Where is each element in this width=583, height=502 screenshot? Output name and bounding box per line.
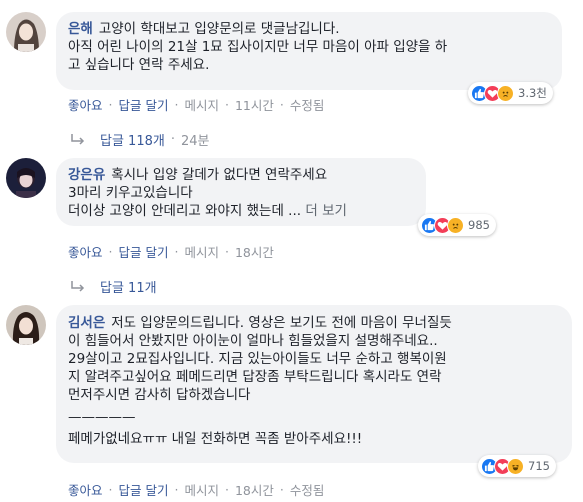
haha-reaction-icon xyxy=(507,457,524,475)
comment-timestamp[interactable]: 18시간 xyxy=(235,480,274,499)
comment-timestamp[interactable]: 18시간 xyxy=(235,242,274,261)
comment-line-3: 29살이고 2묘집사입니다. 지금 있는아이들도 너무 순하고 행복이원 xyxy=(68,351,447,367)
comment-line-2: 이 힘들어서 안봤지만 아이눈이 얼마나 힘들었을지 설명해주네요.. xyxy=(68,333,438,349)
reaction-count: 3.3천 xyxy=(518,86,547,100)
reply-button[interactable]: 답글 달기 xyxy=(119,95,169,114)
reaction-count: 985 xyxy=(468,218,490,232)
reply-arrow-icon xyxy=(71,133,85,145)
avatar[interactable] xyxy=(6,12,46,52)
see-more-link[interactable]: 더 보기 xyxy=(305,203,347,219)
message-link[interactable]: 메시지 xyxy=(184,95,219,114)
comment-line-4: 지 알려주고싶어요 페메드리면 답장좀 부탁드립니다 혹시라도 연락 xyxy=(68,369,442,385)
comment-line-1: 강은유 혹시나 입양 갈데가 없다면 연락주세요 xyxy=(68,167,328,183)
view-replies-link[interactable]: 답글 118개 · 24분 xyxy=(70,130,209,149)
comment-actions: 좋아요 · 답글 달기 · 메시지 · 18시간 · 수정됨 xyxy=(68,480,325,499)
reply-count[interactable]: 답글 118개 xyxy=(100,130,165,149)
sad-reaction-icon xyxy=(447,216,464,234)
avatar[interactable] xyxy=(6,158,46,198)
reply-button[interactable]: 답글 달기 xyxy=(119,242,169,261)
comment-bubble: 은해 고양이 학대보고 입양문의로 댓글남깁니다. 아직 어린 나이의 21살 1… xyxy=(56,12,562,90)
comment-author[interactable]: 은해 xyxy=(68,21,93,37)
comment-line-2: 아직 어린 나이의 21살 1묘 집사이지만 너무 마음이 아파 입양을 하 xyxy=(68,39,448,55)
reaction-count: 715 xyxy=(528,459,550,473)
comment-actions: 좋아요 · 답글 달기 · 메시지 · 11시간 · 수정됨 xyxy=(68,95,325,114)
like-button[interactable]: 좋아요 xyxy=(68,480,103,499)
comment-line-5: 먼저주시면 감사히 답하겠습니다 xyxy=(68,387,251,403)
comment-line-3: 고 싶습니다 연락 주세요. xyxy=(68,57,210,73)
comment-line-2: 3마리 키우고있습니다 xyxy=(68,185,193,201)
comment-bubble: 김서은 저도 입양문의드립니다. 영상은 보기도 전에 마음이 무너질듯 이 힘들… xyxy=(56,305,572,463)
edited-label[interactable]: 수정됨 xyxy=(290,95,325,114)
message-link[interactable]: 메시지 xyxy=(184,480,219,499)
message-link[interactable]: 메시지 xyxy=(184,242,219,261)
comment-line-3: 더이상 고양이 안데리고 와야지 했는데 ... 더 보기 xyxy=(68,203,347,219)
comment-author[interactable]: 강은유 xyxy=(68,167,105,183)
like-button[interactable]: 좋아요 xyxy=(68,242,103,261)
avatar[interactable] xyxy=(6,305,46,345)
view-replies-link[interactable]: 답글 11개 xyxy=(70,277,157,296)
comment-line-6: 페메가없네요ㅠㅠ 내일 전화하면 꼭좀 받아주세요!!! xyxy=(68,431,363,447)
reply-button[interactable]: 답글 달기 xyxy=(119,480,169,499)
comment-separator: ————— xyxy=(68,409,136,425)
reply-time: 24분 xyxy=(180,134,210,149)
comment-line-1: 김서은 저도 입양문의드립니다. 영상은 보기도 전에 마음이 무너질듯 xyxy=(68,315,452,331)
edited-label[interactable]: 수정됨 xyxy=(290,480,325,499)
like-button[interactable]: 좋아요 xyxy=(68,95,103,114)
comment-timestamp[interactable]: 11시간 xyxy=(235,95,274,114)
reply-count[interactable]: 답글 11개 xyxy=(100,277,157,296)
reaction-summary[interactable]: 985 xyxy=(418,214,496,236)
comment-bubble: 강은유 혹시나 입양 갈데가 없다면 연락주세요 3마리 키우고있습니다 더이상 … xyxy=(56,158,426,226)
reaction-summary[interactable]: 3.3천 xyxy=(468,82,553,104)
reply-arrow-icon xyxy=(71,280,85,292)
comment-author[interactable]: 김서은 xyxy=(68,315,105,331)
comment-actions: 좋아요 · 답글 달기 · 메시지 · 18시간 xyxy=(68,242,274,261)
reaction-summary[interactable]: 715 xyxy=(478,455,556,477)
sad-reaction-icon xyxy=(497,84,514,102)
comment-line-1: 은해 고양이 학대보고 입양문의로 댓글남깁니다. xyxy=(68,21,340,37)
